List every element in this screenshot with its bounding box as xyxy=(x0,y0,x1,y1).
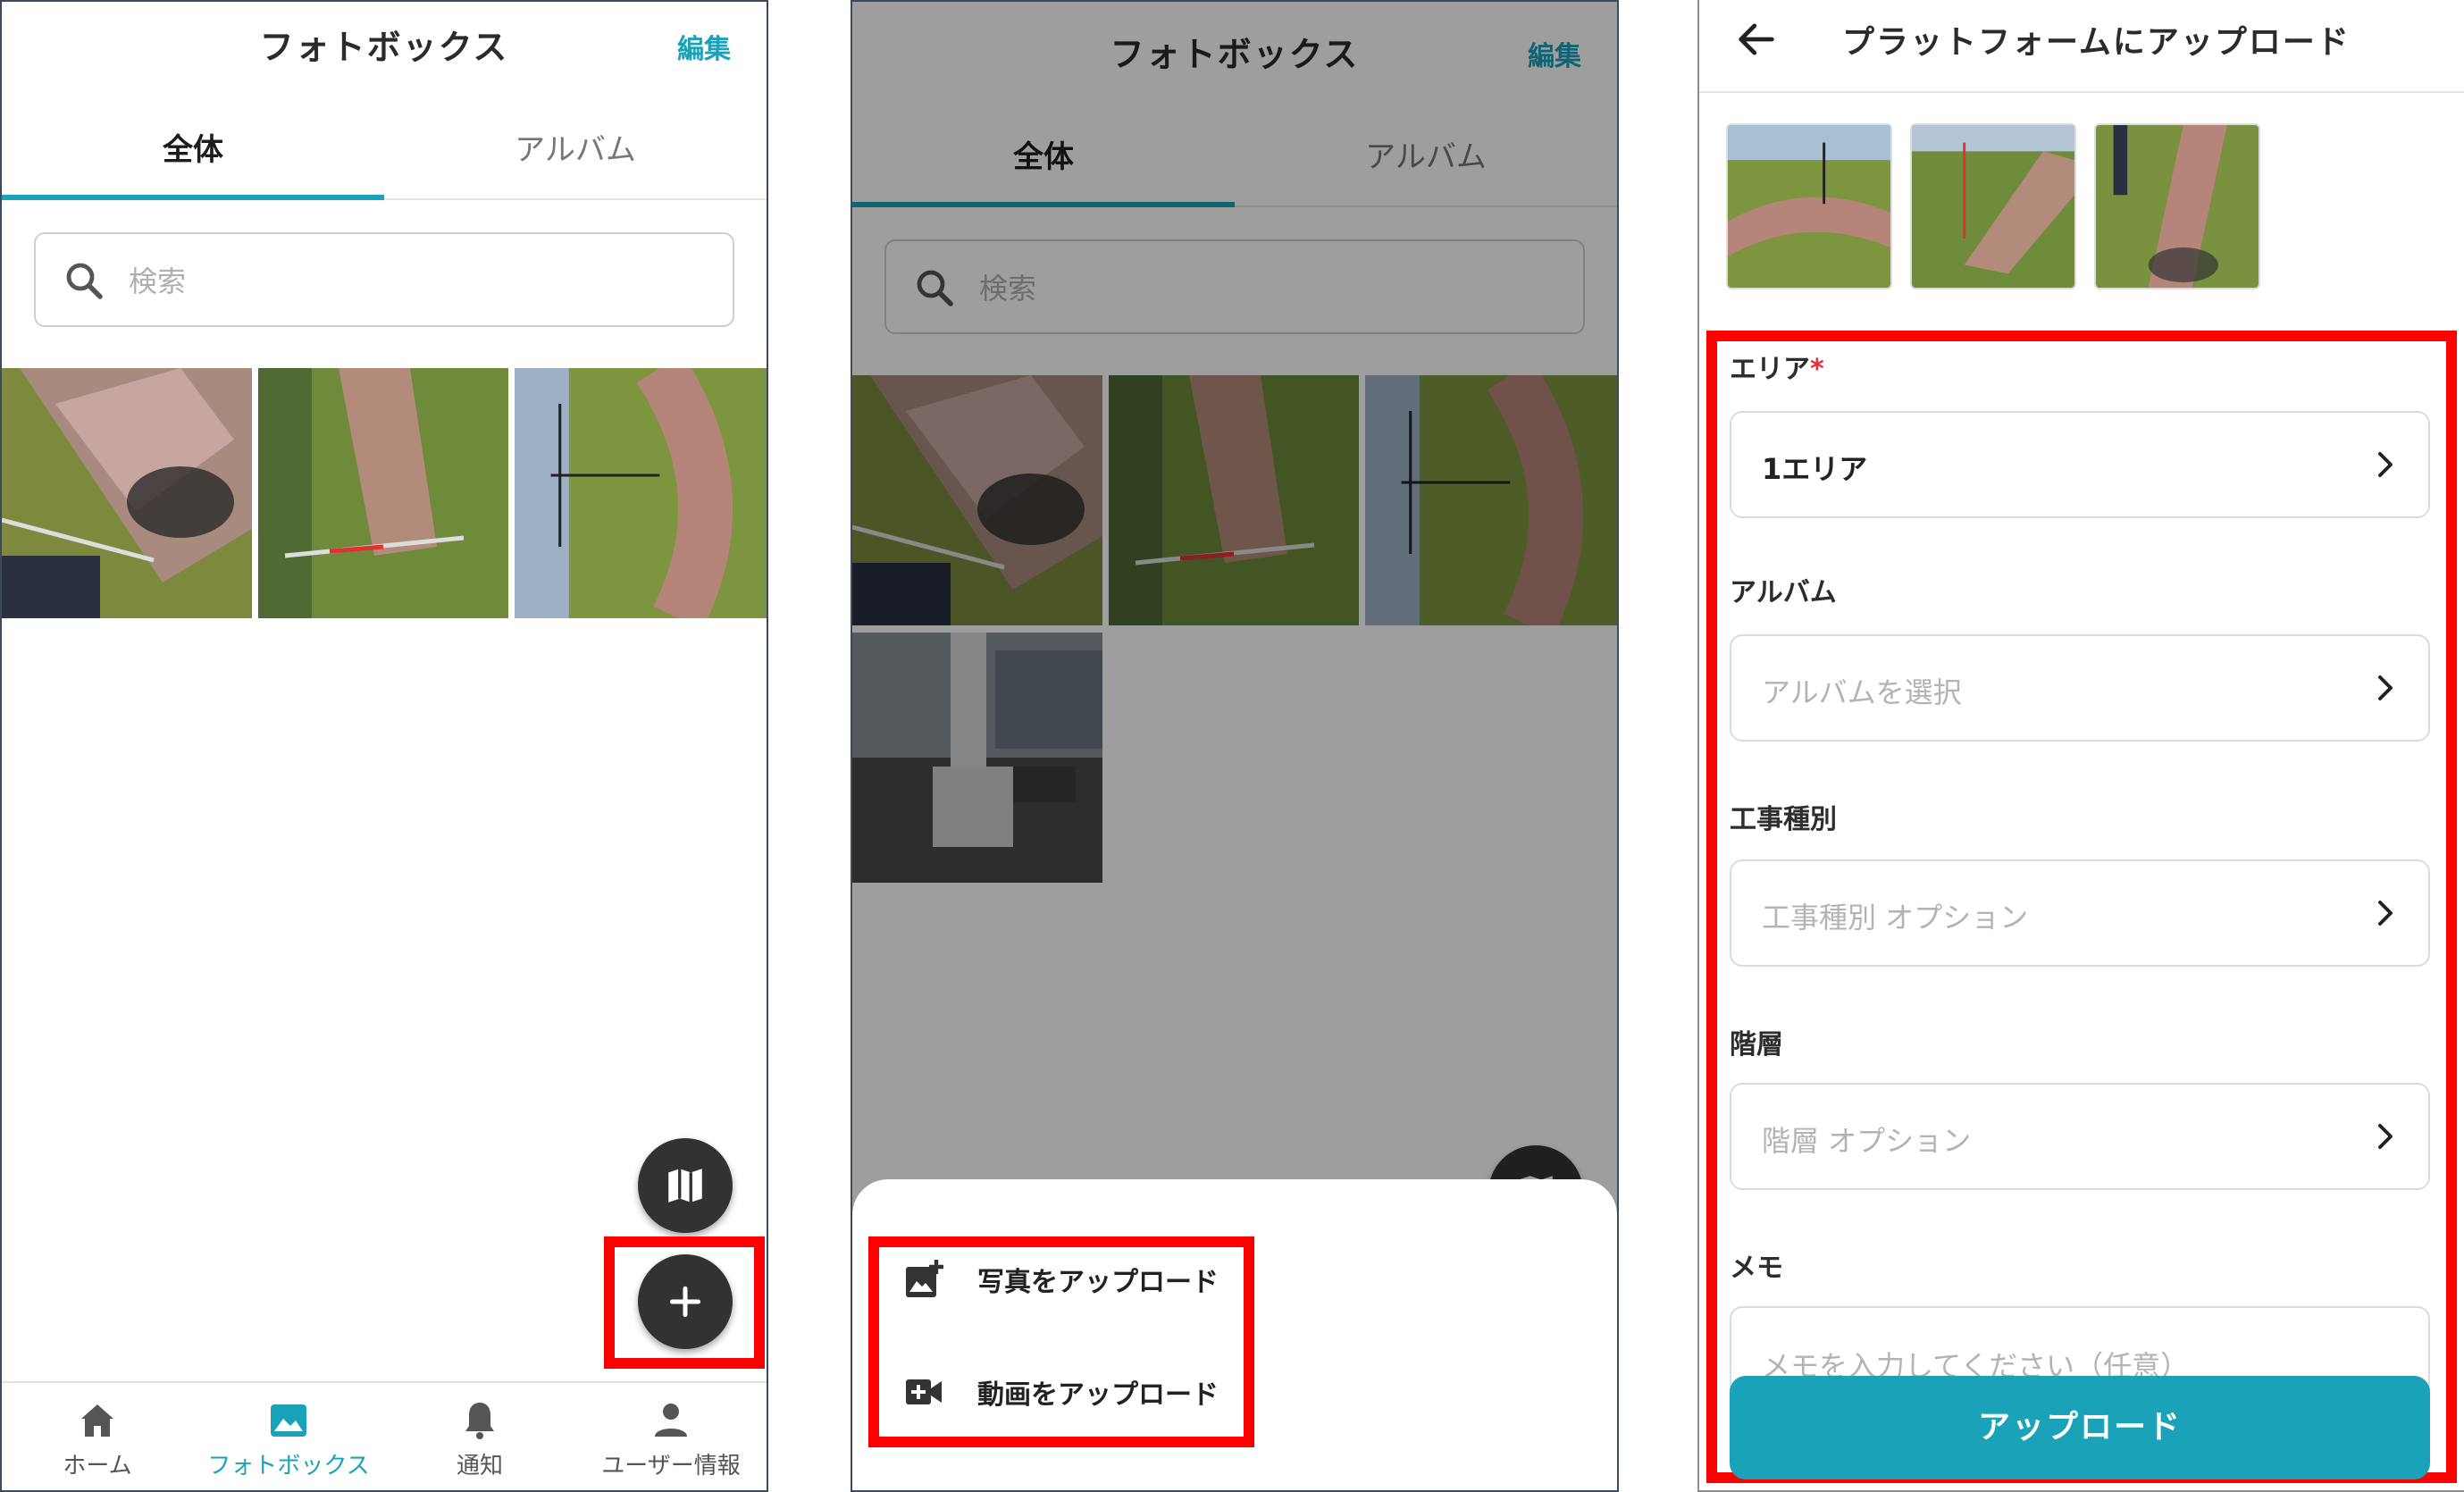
album-label: アルバム xyxy=(1730,577,1837,608)
back-arrow-icon[interactable] xyxy=(1733,16,1780,63)
floor-placeholder: 階層 オプション xyxy=(1762,1124,1972,1158)
map-icon xyxy=(668,1169,702,1203)
photo-thumbnail[interactable] xyxy=(2,368,252,618)
nav-label: ホーム xyxy=(63,1453,132,1479)
upload-button[interactable]: アップロード xyxy=(1730,1376,2430,1479)
search-icon xyxy=(66,263,103,299)
person-icon xyxy=(655,1404,687,1437)
work-type-label: 工事種別 xyxy=(1730,804,1837,835)
nav-label: フォトボックス xyxy=(207,1453,370,1479)
required-mark: * xyxy=(1810,354,1824,385)
area-label-text: エリア xyxy=(1730,354,1810,385)
tab-all[interactable]: 全体 xyxy=(2,118,384,200)
search-input[interactable]: 検索 xyxy=(34,232,734,327)
selected-photo-thumbnail xyxy=(2094,123,2260,289)
nav-label: 通知 xyxy=(456,1453,503,1479)
chevron-right-icon xyxy=(2378,452,2393,477)
highlight-box xyxy=(868,1236,1254,1447)
active-tab-indicator xyxy=(2,195,384,200)
floor-select[interactable]: 階層 オプション xyxy=(1730,1083,2430,1190)
selected-photo-thumbnail xyxy=(1910,123,2076,289)
chevron-right-icon xyxy=(2378,675,2393,700)
home-icon xyxy=(81,1404,113,1437)
area-value: 1エリア xyxy=(1762,452,1868,486)
area-label: エリア* xyxy=(1730,347,1824,386)
page-title: プラットフォームにアップロード xyxy=(1842,24,2351,61)
nav-item-home[interactable]: ホーム xyxy=(2,1399,193,1488)
nav-item-notifications[interactable]: 通知 xyxy=(384,1399,575,1488)
bottom-nav: ホーム フォトボックス 通知 ユーザー情報 xyxy=(2,1381,767,1490)
tab-album[interactable]: アルバム xyxy=(384,118,767,200)
memo-label: メモ xyxy=(1730,1253,1783,1284)
upload-form-screen: プラットフォームにアップロード エリア* 1エリア アルバム アルバムを選択 工… xyxy=(1697,0,2464,1492)
edit-button[interactable]: 編集 xyxy=(677,27,731,66)
photobox-upload-sheet-screen: フォトボックス 編集 全体 アルバム 検索 写真をアップロード 動画をアップロー… xyxy=(851,0,1619,1492)
bell-icon xyxy=(465,1403,494,1439)
work-type-select[interactable]: 工事種別 オプション xyxy=(1730,859,2430,967)
header: フォトボックス 編集 xyxy=(2,2,767,91)
photo-thumbnail[interactable] xyxy=(515,368,767,618)
map-fab-button[interactable] xyxy=(638,1138,733,1233)
photo-icon xyxy=(271,1404,306,1437)
area-select[interactable]: 1エリア xyxy=(1730,411,2430,518)
tab-bar: 全体 アルバム xyxy=(2,118,767,200)
photobox-screen: フォトボックス 編集 全体 アルバム 検索 ホーム フォトボックス 通知 ユーザ… xyxy=(0,0,768,1492)
photo-thumbnail[interactable] xyxy=(258,368,508,618)
chevron-right-icon xyxy=(2378,1124,2393,1149)
highlight-box xyxy=(604,1236,765,1369)
nav-item-photobox[interactable]: フォトボックス xyxy=(193,1399,384,1488)
floor-label: 階層 xyxy=(1730,1029,1783,1060)
nav-item-user-info[interactable]: ユーザー情報 xyxy=(575,1399,767,1488)
selected-photo-thumbnail xyxy=(1726,123,1892,289)
search-placeholder: 検索 xyxy=(129,264,187,298)
work-type-placeholder: 工事種別 オプション xyxy=(1762,901,2029,935)
album-placeholder: アルバムを選択 xyxy=(1762,675,1962,709)
nav-label: ユーザー情報 xyxy=(601,1453,741,1479)
chevron-right-icon xyxy=(2378,901,2393,926)
header: プラットフォームにアップロード xyxy=(1699,0,2464,93)
page-title: フォトボックス xyxy=(259,28,509,67)
album-select[interactable]: アルバムを選択 xyxy=(1730,634,2430,742)
